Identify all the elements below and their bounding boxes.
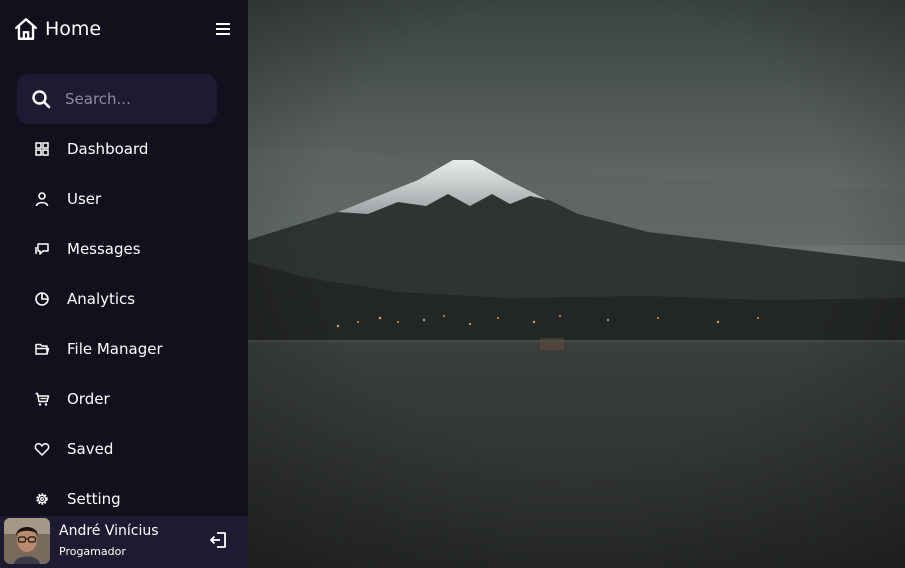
nav-item-dashboard[interactable]: Dashboard [17,124,231,174]
folder-icon [35,343,50,355]
nav-item-file-manager[interactable]: File Manager [17,324,231,374]
heart-icon [34,443,50,456]
sidebar-header: Home [0,0,248,58]
nav-list: Dashboard User Messages Analytics File M… [17,124,231,524]
nav-label-analytics: Analytics [67,290,136,308]
nav-item-order[interactable]: Order [17,374,231,424]
nav-label-dashboard: Dashboard [67,140,149,158]
avatar [4,518,50,564]
profile-section: André Vinícius Progamador [0,516,248,568]
profile-job: Progamador [59,545,126,558]
search-icon[interactable] [31,89,51,109]
nav-item-user[interactable]: User [17,174,231,224]
sidebar: Home Dashboard Us [0,0,248,568]
nav-item-saved[interactable]: Saved [17,424,231,474]
search-input[interactable] [65,74,213,124]
cog-icon [36,493,48,505]
nav-label-messages: Messages [67,240,141,258]
menu-icon[interactable] [214,20,232,38]
nav-label-order: Order [67,390,110,408]
chat-icon [35,243,49,255]
nav-label-user: User [67,190,102,208]
nav-label-file-manager: File Manager [67,340,163,358]
pie-chart-icon [35,292,49,306]
hero-image-mountain [248,0,905,568]
user-icon [35,192,49,207]
nav-item-analytics[interactable]: Analytics [17,274,231,324]
nav-item-messages[interactable]: Messages [17,224,231,274]
search-box [17,74,217,124]
profile-name: André Vinícius [59,523,159,539]
logo-name: Home [45,18,102,40]
home-icon[interactable] [13,16,39,42]
grid-icon [35,142,49,156]
nav-label-saved: Saved [67,440,114,458]
cart-icon [35,392,50,406]
logout-icon[interactable] [208,529,230,551]
